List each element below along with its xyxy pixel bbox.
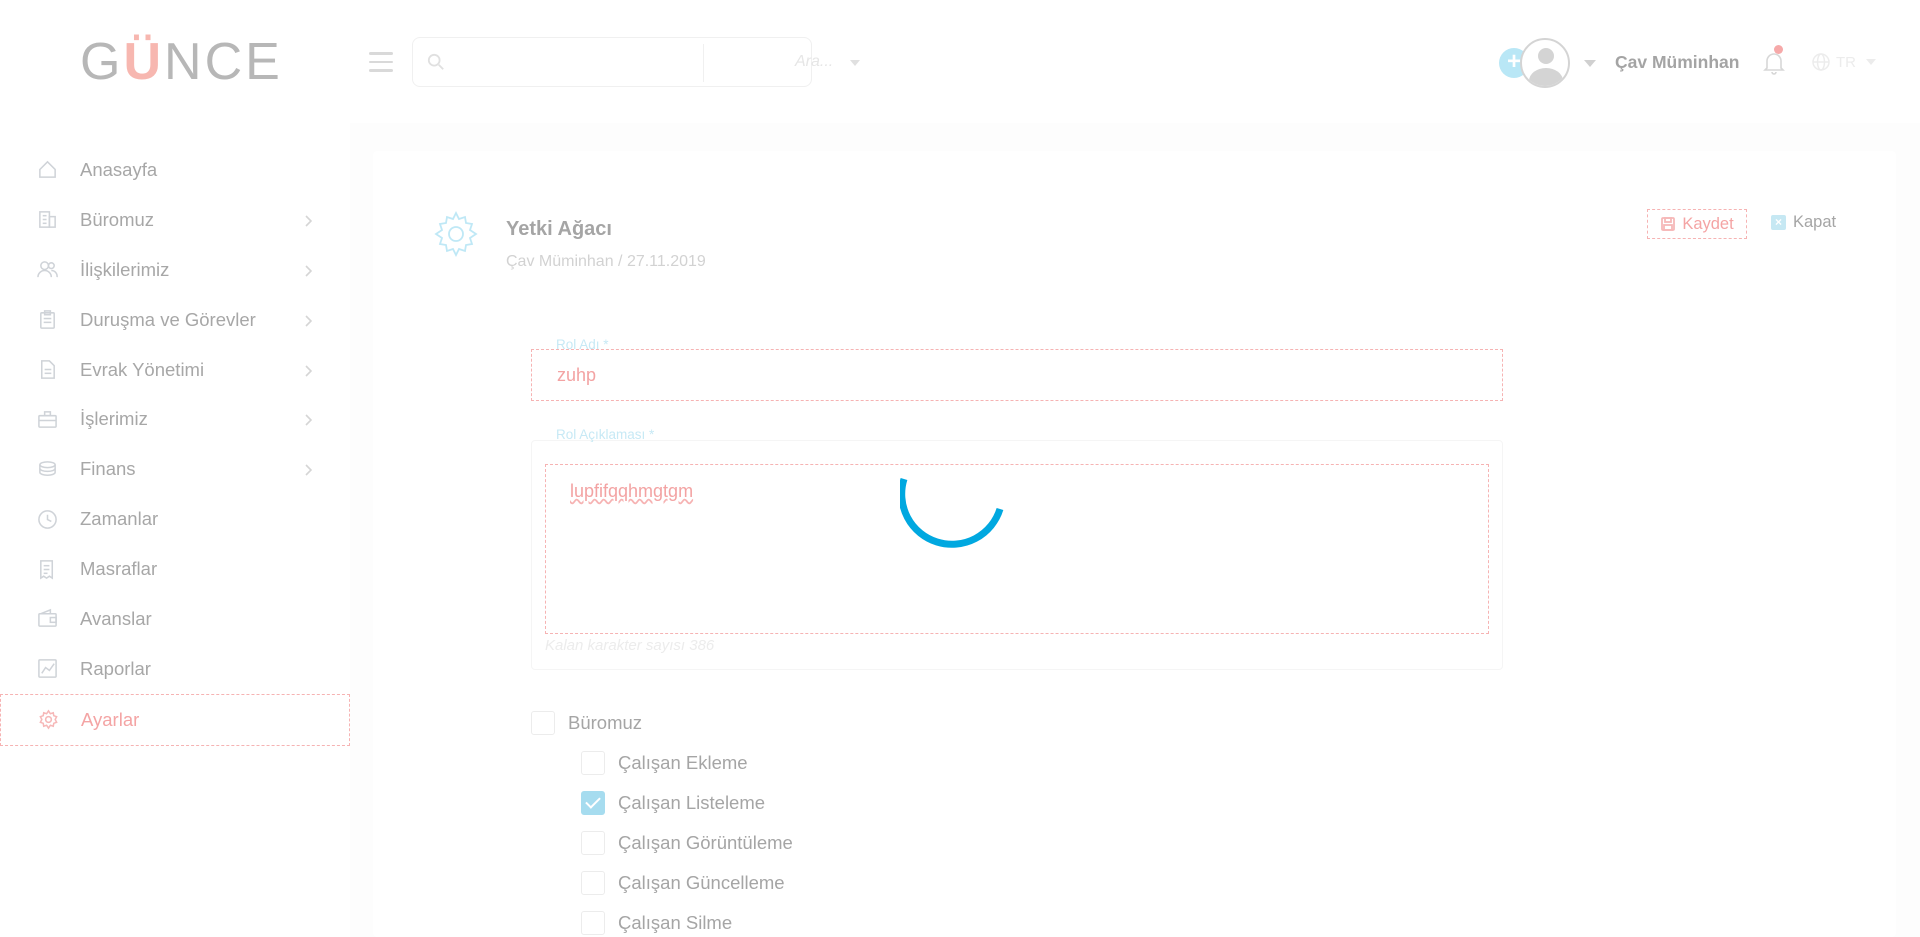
bell-icon[interactable] [1763, 51, 1785, 75]
sidebar-item-büromuz[interactable]: Büromuz [0, 195, 350, 245]
document-icon [36, 359, 58, 381]
user-menu-chevron-icon[interactable] [1584, 60, 1596, 67]
brand-logo[interactable]: G Ü NCE [80, 33, 283, 91]
permission-label: Çalışan Silme [618, 912, 733, 933]
chevron-down-icon [1866, 59, 1876, 65]
chevron-right-icon [300, 262, 316, 278]
permission-checkbox[interactable] [581, 911, 605, 935]
chevron-right-icon [300, 312, 316, 328]
page-title: Yetki Ağacı [506, 218, 612, 240]
sidebar-item-label: Büromuz [80, 208, 155, 230]
chevron-right-icon [300, 411, 316, 427]
loading-spinner [900, 477, 1004, 548]
role-description-label: Rol Açıklaması * [556, 427, 655, 442]
notification-badge [1774, 45, 1783, 54]
close-icon: × [1771, 215, 1786, 230]
building-icon [36, 209, 58, 231]
chevron-right-icon [300, 212, 316, 228]
permission-item[interactable]: Çalışan Güncelleme [581, 871, 785, 895]
permission-group-label: Büromuz [568, 712, 643, 733]
sidebar-item-evrak-yönetimi[interactable]: Evrak Yönetimi [0, 345, 350, 395]
avatar[interactable] [1520, 38, 1570, 88]
topbar: Ara... + Çav Müminhan TR [350, 0, 1920, 123]
sidebar-item-anasayfa[interactable]: Anasayfa [0, 145, 350, 195]
permission-checkbox[interactable] [581, 751, 605, 775]
sidebar-item-label: Anasayfa [80, 158, 158, 180]
permission-label: Çalışan Listeleme [618, 792, 766, 813]
sidebar-menu: Anasayfa Büromuz İlişkilerimiz Duruşma ve G… [0, 145, 350, 746]
chevron-down-icon[interactable] [850, 60, 860, 66]
clock-icon [36, 508, 58, 530]
sidebar: G Ü NCE Anasayfa Büromuz İlişkilerimiz Duruşm… [0, 0, 350, 937]
chevron-right-icon [300, 461, 316, 477]
permission-checkbox[interactable] [581, 791, 605, 815]
sidebar-item-label: Ayarlar [81, 708, 140, 730]
users-icon [36, 259, 58, 281]
close-button[interactable]: × Kapat [1771, 213, 1836, 232]
globe-icon [1812, 53, 1830, 71]
role-name-input[interactable] [531, 349, 1503, 401]
clipboard-icon [36, 309, 58, 331]
permission-item[interactable]: Çalışan Ekleme [581, 751, 748, 775]
sidebar-item-label: İlişkilerimiz [80, 258, 170, 280]
sidebar-item-label: Zamanlar [80, 508, 159, 530]
gear-icon [431, 209, 481, 259]
language-label: TR [1836, 53, 1856, 71]
logo-text-left: G [80, 33, 124, 91]
sidebar-item-masraflar[interactable]: Masraflar [0, 544, 350, 594]
sidebar-item-finans[interactable]: Finans [0, 444, 350, 494]
permission-label: Çalışan Ekleme [618, 752, 748, 773]
sidebar-item-ayarlar[interactable]: Ayarlar [0, 693, 350, 746]
permission-checkbox[interactable] [581, 831, 605, 855]
sidebar-item-duruşma-ve-görevler[interactable]: Duruşma ve Görevler [0, 295, 350, 345]
save-button-label: Kaydet [1682, 214, 1734, 233]
sidebar-item-label: Raporlar [80, 657, 151, 679]
permission-label: Çalışan Güncelleme [618, 872, 785, 893]
receipt-icon [36, 558, 58, 580]
sidebar-item-i-şlerimiz[interactable]: İşlerimiz [0, 394, 350, 444]
close-button-label: Kapat [1793, 213, 1837, 231]
search-scope-select[interactable]: Ara... [795, 53, 833, 71]
search-divider [703, 44, 704, 82]
search-icon [427, 53, 445, 71]
username[interactable]: Çav Müminhan [1615, 52, 1739, 73]
search-input[interactable] [457, 48, 697, 78]
permission-item[interactable]: Çalışan Görüntüleme [581, 831, 793, 855]
briefcase-icon [36, 408, 58, 430]
sidebar-item-avanslar[interactable]: Avanslar [0, 594, 350, 644]
search-box: Ara... [412, 37, 860, 87]
sidebar-item-raporlar[interactable]: Raporlar [0, 644, 350, 694]
sidebar-item-label: Evrak Yönetimi [80, 358, 205, 380]
sidebar-item-label: Duruşma ve Görevler [80, 308, 256, 330]
page-subtitle: Çav Müminhan / 27.11.2019 [506, 253, 706, 270]
sidebar-item-label: Avanslar [80, 607, 152, 629]
permission-checkbox[interactable] [581, 871, 605, 895]
save-button[interactable]: Kaydet [1647, 209, 1747, 239]
gear-icon [37, 709, 59, 731]
permission-group-buromuz[interactable]: Büromuz [531, 711, 642, 735]
permission-item[interactable]: Çalışan Listeleme [581, 791, 765, 815]
permission-item[interactable]: Çalışan Silme [581, 911, 732, 935]
sidebar-item-i-lişkilerimiz[interactable]: İlişkilerimiz [0, 245, 350, 295]
home-icon [36, 159, 58, 181]
hamburger-menu-icon[interactable] [369, 52, 393, 72]
sidebar-item-label: Masraflar [80, 558, 158, 580]
logo-text-right: NCE [164, 33, 283, 91]
permission-label: Çalışan Görüntüleme [618, 832, 793, 853]
role-description-textarea[interactable]: lupfifqqhmgtgm [545, 464, 1489, 634]
sidebar-item-zamanlar[interactable]: Zamanlar [0, 494, 350, 544]
save-icon [1661, 217, 1676, 231]
char-count: Kalan karakter sayısı 386 [545, 637, 715, 654]
wallet-icon [36, 608, 58, 630]
chart-icon [36, 658, 58, 680]
sidebar-item-label: İşlerimiz [80, 408, 148, 430]
logo-text-o: Ü [123, 33, 165, 91]
permission-group-checkbox[interactable] [531, 711, 555, 735]
chevron-right-icon [300, 362, 316, 378]
coins-icon [36, 458, 58, 480]
language-select[interactable]: TR [1811, 52, 1876, 72]
sidebar-item-label: Finans [80, 458, 136, 480]
